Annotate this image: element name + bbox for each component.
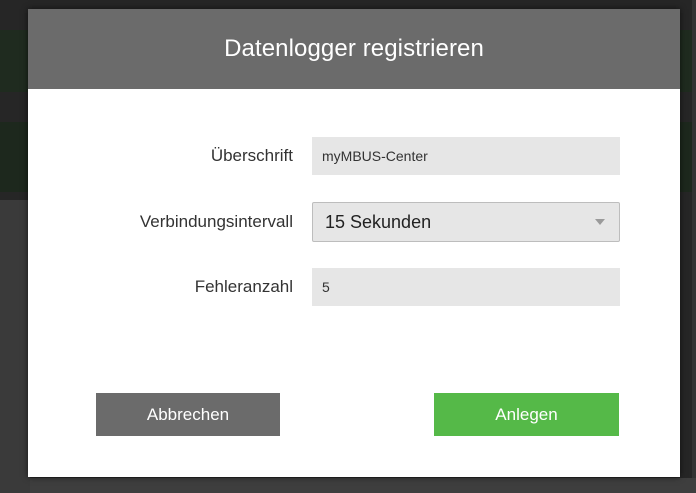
- dialog-header: Datenlogger registrieren: [28, 9, 680, 89]
- background-right-edge: [692, 0, 696, 493]
- create-button[interactable]: Anlegen: [434, 393, 619, 436]
- register-datalogger-dialog: Datenlogger registrieren Überschrift Ver…: [28, 9, 680, 477]
- form-row-error-count: Fehleranzahl: [28, 267, 680, 307]
- interval-selected-value: 15 Sekunden: [325, 211, 432, 232]
- error-count-input[interactable]: [312, 268, 620, 306]
- background-left-panel: [0, 200, 30, 493]
- form-row-interval: Verbindungsintervall 15 Sekunden: [28, 202, 680, 242]
- dialog-title: Datenlogger registrieren: [224, 35, 484, 62]
- form-row-heading: Überschrift: [28, 136, 680, 176]
- interval-select[interactable]: 15 Sekunden: [312, 202, 620, 242]
- heading-input[interactable]: [312, 137, 620, 175]
- heading-label: Überschrift: [210, 146, 293, 165]
- interval-label: Verbindungsintervall: [139, 212, 293, 231]
- error-count-label: Fehleranzahl: [194, 277, 293, 296]
- cancel-button[interactable]: Abbrechen: [96, 393, 280, 436]
- background-bottom-strip: [30, 478, 696, 493]
- chevron-down-icon: [595, 219, 605, 225]
